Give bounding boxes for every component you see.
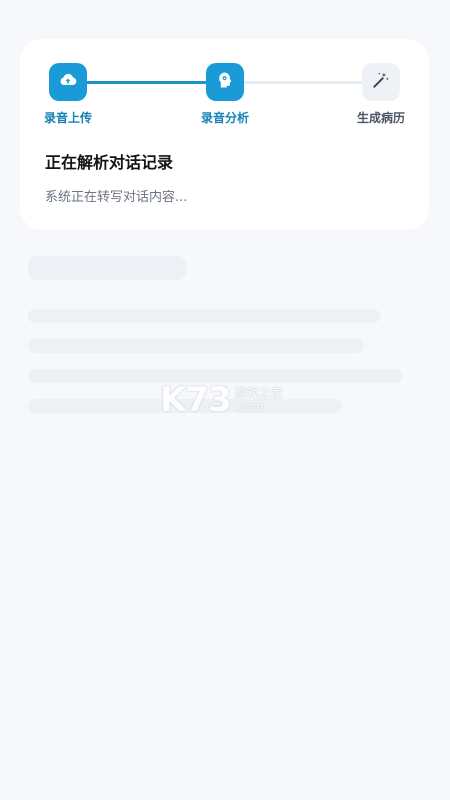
progress-card: 录音上传 录音分析 生成病历 正在解析对话记录 系统正在转写对话内容... [20, 39, 429, 230]
step-upload [49, 63, 87, 101]
watermark-logo: K73 [160, 380, 232, 420]
magic-wand-icon [371, 70, 391, 94]
watermark-line2: .com [234, 400, 265, 414]
step-connector-completed [86, 81, 224, 84]
site-watermark: K73 游戏之家 .com [160, 380, 283, 420]
step-analysis [206, 63, 244, 101]
step-label-generate: 生成病历 [356, 111, 405, 125]
skeleton-line [28, 339, 364, 353]
step-connector-pending [242, 81, 364, 84]
status-subtitle: 系统正在转写对话内容... [45, 190, 188, 205]
head-analysis-icon [215, 70, 235, 94]
skeleton-line [28, 309, 380, 323]
step-label-upload: 录音上传 [43, 111, 92, 125]
status-title: 正在解析对话记录 [45, 153, 174, 172]
step-label-analysis: 录音分析 [200, 111, 249, 125]
cloud-upload-icon [58, 70, 78, 94]
skeleton-heading [28, 256, 186, 280]
app-screen: 录音上传 录音分析 生成病历 正在解析对话记录 系统正在转写对话内容... K7… [0, 0, 450, 800]
step-generate [362, 63, 400, 101]
watermark-text: 游戏之家 .com [235, 386, 283, 414]
progress-stepper: 录音上传 录音分析 生成病历 [20, 39, 429, 139]
watermark-line1: 游戏之家 [234, 386, 283, 400]
